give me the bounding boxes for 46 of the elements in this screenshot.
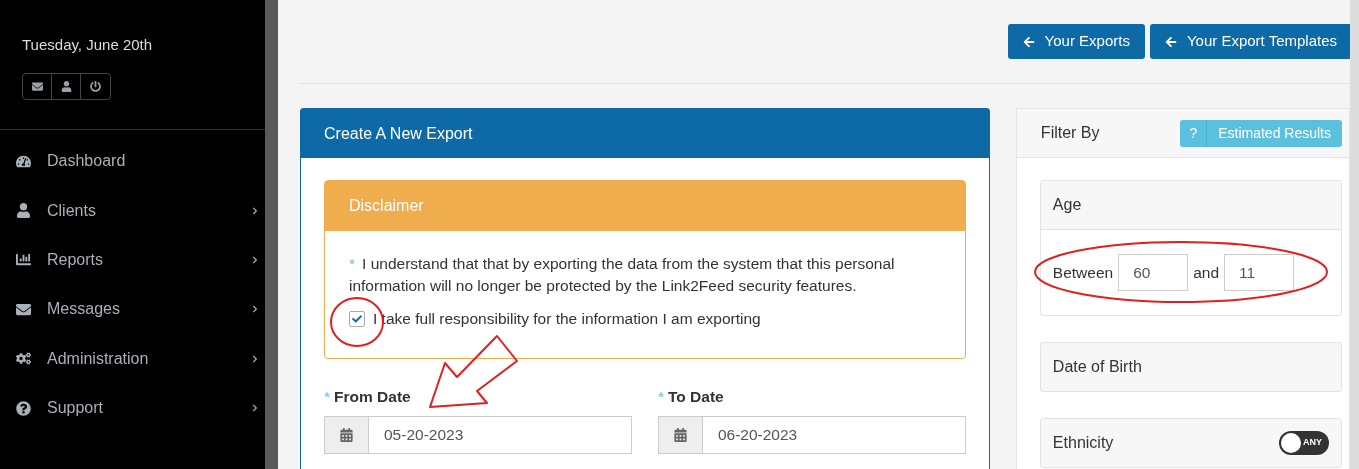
sidebar-item[interactable]: Dashboard bbox=[0, 136, 265, 186]
range-label: and bbox=[1193, 262, 1220, 283]
date-field[interactable]: 06-20-2023 bbox=[657, 415, 966, 454]
date-field[interactable]: 05-20-2023 bbox=[324, 415, 632, 454]
field-label: * From Date bbox=[324, 387, 412, 408]
panel-title: Create A New Export bbox=[324, 123, 473, 144]
arrow-left-icon bbox=[1164, 35, 1177, 48]
chevron-icon bbox=[251, 255, 259, 264]
filter-title: Age bbox=[1052, 195, 1082, 215]
range-label: Between bbox=[1052, 262, 1114, 283]
gears-icon bbox=[16, 351, 31, 367]
chevron-icon bbox=[251, 206, 259, 215]
panel-title: Filter By bbox=[1040, 123, 1100, 143]
field-label: * To Date bbox=[657, 387, 725, 408]
checkbox[interactable] bbox=[349, 310, 365, 327]
header-button[interactable]: Your Export Templates bbox=[1149, 24, 1352, 59]
gauge-icon bbox=[16, 153, 31, 169]
calendar-icon bbox=[673, 427, 687, 442]
help-icon bbox=[16, 400, 31, 416]
arrow-left-icon bbox=[1022, 35, 1035, 48]
mail-icon bbox=[16, 301, 31, 317]
bar-chart-icon bbox=[16, 252, 31, 268]
check-icon bbox=[352, 313, 362, 324]
date-label: Tuesday, June 20th bbox=[22, 35, 154, 55]
age-input[interactable]: 60 bbox=[1118, 254, 1189, 291]
power-icon bbox=[90, 80, 101, 92]
sidebar-item[interactable]: Reports bbox=[0, 235, 265, 285]
user-icon bbox=[60, 80, 72, 92]
calendar-icon bbox=[340, 427, 353, 442]
chevron-icon bbox=[251, 404, 259, 413]
age-input[interactable]: 11 bbox=[1224, 254, 1295, 291]
sidebar-item[interactable]: Support bbox=[0, 383, 265, 433]
sidebar-item[interactable]: Clients bbox=[0, 185, 265, 236]
sidebar-item[interactable]: Administration bbox=[0, 334, 265, 384]
filter-title: Ethnicity bbox=[1052, 433, 1114, 453]
disclaimer-title: Disclaimer bbox=[349, 196, 424, 216]
disclaimer-text: * I understand that that by exporting the data from the system that this personal information will no longer be protected by the Link2Feed security features. bbox=[349, 254, 896, 296]
chevron-icon bbox=[251, 354, 259, 363]
filter-card[interactable]: Date of Birth bbox=[1039, 342, 1342, 392]
user-icon bbox=[16, 203, 31, 219]
sidebar-item[interactable]: Messages bbox=[0, 284, 265, 335]
chevron-icon bbox=[251, 305, 259, 314]
mail-icon bbox=[31, 80, 43, 92]
filter-title: Date of Birth bbox=[1052, 357, 1142, 377]
toggle-switch[interactable]: ANY bbox=[1279, 431, 1329, 455]
header-button[interactable]: Your Exports bbox=[1007, 24, 1145, 59]
